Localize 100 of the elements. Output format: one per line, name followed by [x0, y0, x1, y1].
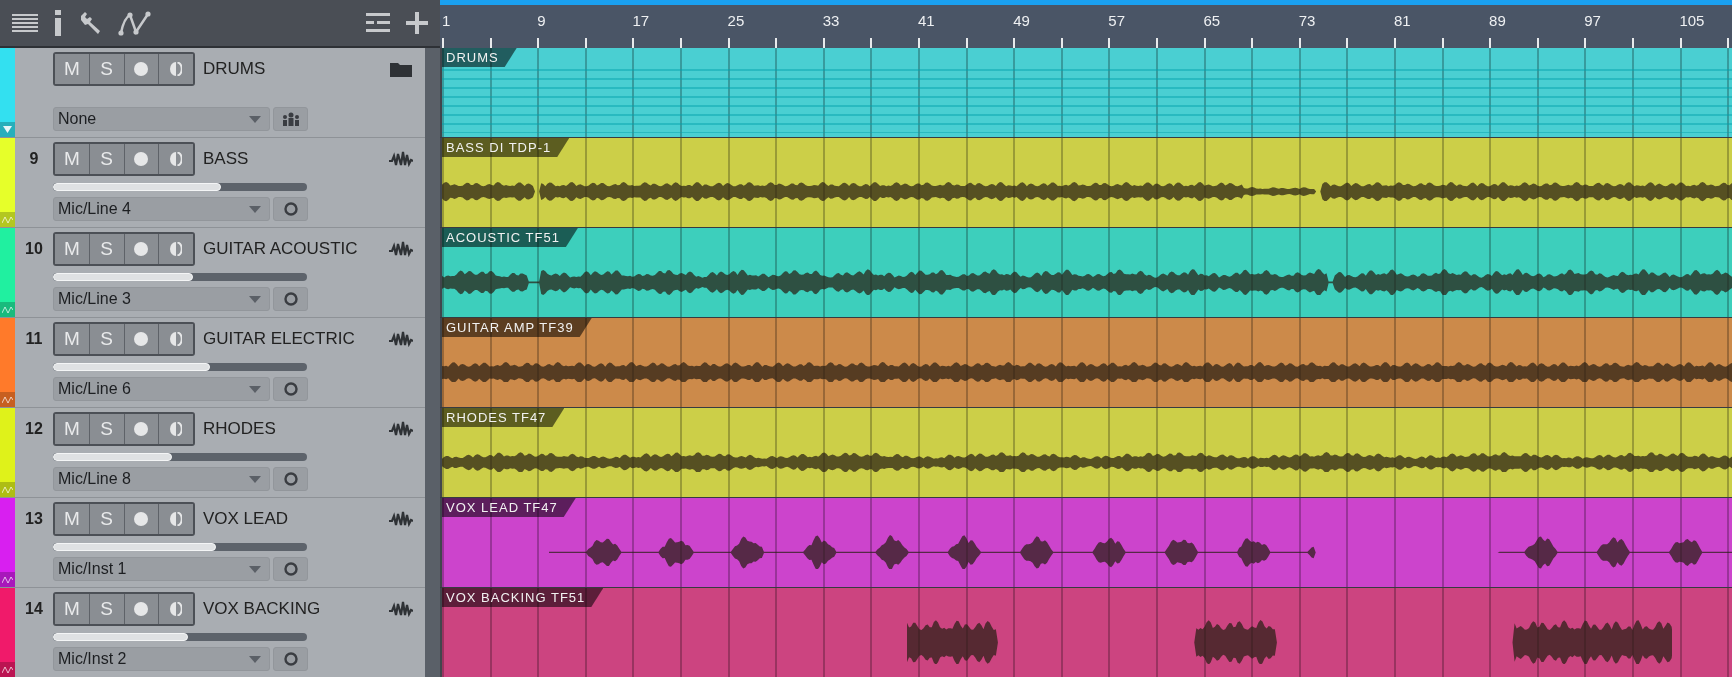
track-name: BASS [202, 149, 250, 169]
clip-label: DRUMS [442, 48, 517, 67]
wave-icon[interactable] [2, 395, 13, 404]
bar-number: 89 [1489, 11, 1507, 31]
folder-clip[interactable]: DRUMS [442, 48, 1732, 137]
track-name: GUITAR ELECTRIC [202, 329, 356, 349]
add-icon[interactable] [406, 12, 428, 34]
input-monitor-button[interactable] [273, 377, 308, 401]
group-button[interactable] [273, 107, 308, 131]
monitor-icon [170, 512, 183, 526]
input-dropdown[interactable]: Mic/Inst 2 [53, 647, 270, 671]
volume-fader[interactable] [53, 363, 307, 371]
bar-number: 25 [727, 11, 746, 31]
volume-fader[interactable] [53, 633, 307, 641]
caret-icon [249, 385, 261, 393]
bar-number: 57 [1108, 11, 1126, 31]
input-dropdown[interactable]: Mic/Inst 1 [53, 557, 270, 581]
circle-icon [283, 292, 298, 306]
track-number: 9 [28, 150, 40, 168]
volume-fader[interactable] [53, 453, 307, 461]
group-icon [280, 112, 301, 126]
track-number: 10 [24, 240, 44, 258]
bar-number: 41 [917, 11, 936, 31]
input-dropdown[interactable]: None [53, 107, 270, 131]
track-number: 12 [24, 420, 44, 438]
clip-label: BASS DI TDP-1 [442, 138, 570, 157]
monitor-icon [170, 332, 183, 346]
circle-icon [283, 472, 298, 486]
record-dot-icon [134, 242, 149, 256]
waveform-icon[interactable] [389, 331, 413, 347]
bar-number: 65 [1203, 11, 1222, 31]
volume-fader[interactable] [53, 543, 307, 551]
volume-fader[interactable] [53, 273, 307, 281]
record-dot-icon [134, 602, 149, 616]
circle-icon [283, 652, 298, 666]
monitor-icon [170, 152, 183, 166]
record-dot-icon [134, 332, 149, 346]
record-dot-icon [134, 512, 149, 526]
audio-clip[interactable]: GUITAR AMP TF39 [442, 318, 1732, 407]
bar-number: 81 [1393, 11, 1412, 31]
bar-number: 49 [1013, 11, 1031, 31]
input-dropdown[interactable]: Mic/Line 4 [53, 197, 270, 221]
bar-number: 105 [1679, 11, 1706, 31]
info-icon[interactable] [54, 10, 62, 36]
wrench-icon[interactable] [78, 11, 102, 35]
input-monitor-button[interactable] [273, 557, 308, 581]
caret-icon [249, 115, 261, 123]
input-dropdown[interactable]: Mic/Line 8 [53, 467, 270, 491]
menu-icon[interactable] [12, 14, 38, 32]
volume-fader[interactable] [53, 183, 307, 191]
clip-label: VOX BACKING TF51 [442, 588, 604, 607]
record-dot-icon [134, 62, 149, 76]
circle-icon [283, 562, 298, 576]
clip-label: GUITAR AMP TF39 [442, 318, 592, 337]
audio-clip[interactable]: ACOUSTIC TF51 [442, 228, 1732, 317]
monitor-icon [170, 422, 183, 436]
record-dot-icon [134, 152, 149, 166]
automation-icon[interactable] [118, 10, 152, 36]
circle-icon [283, 202, 298, 216]
wave-icon[interactable] [2, 575, 13, 584]
track-name: RHODES [202, 419, 277, 439]
audio-clip[interactable]: VOX LEAD TF47 [442, 498, 1732, 587]
input-monitor-button[interactable] [273, 197, 308, 221]
caret-icon [249, 655, 261, 663]
caret-icon [249, 295, 261, 303]
folder-icon [390, 61, 412, 77]
waveform-icon[interactable] [389, 601, 413, 617]
clip-label: VOX LEAD TF47 [442, 498, 576, 517]
track-number: 13 [24, 510, 44, 528]
waveform-icon[interactable] [389, 241, 413, 257]
clip-label: RHODES TF47 [442, 408, 565, 427]
input-dropdown[interactable]: Mic/Line 3 [53, 287, 270, 311]
bar-number: 9 [537, 11, 547, 31]
track-name: VOX LEAD [202, 509, 290, 529]
audio-clip[interactable]: BASS DI TDP-1 [442, 138, 1732, 227]
caret-icon [249, 205, 261, 213]
list-icon[interactable] [366, 13, 390, 33]
circle-icon [283, 382, 298, 396]
timeline-ruler[interactable]: 1 9 17 25 33 41 49 57 65 73 81 89 97 105 [440, 0, 1732, 48]
caret-icon [249, 475, 261, 483]
input-monitor-button[interactable] [273, 647, 308, 671]
waveform-icon[interactable] [389, 151, 413, 167]
record-dot-icon [134, 422, 149, 436]
input-monitor-button[interactable] [273, 287, 308, 311]
expand-triangle-icon[interactable] [3, 126, 12, 133]
bar-number: 1 [442, 11, 452, 31]
bar-number: 97 [1584, 11, 1602, 31]
bar-number: 17 [632, 11, 651, 31]
input-monitor-button[interactable] [273, 467, 308, 491]
waveform-icon[interactable] [389, 421, 413, 437]
bar-number: 33 [822, 11, 841, 31]
waveform-icon[interactable] [389, 511, 413, 527]
input-dropdown[interactable]: Mic/Line 6 [53, 377, 270, 401]
wave-icon[interactable] [2, 665, 13, 674]
track-number: 11 [24, 330, 44, 348]
track-number: 14 [24, 600, 44, 618]
track-name: DRUMS [202, 59, 267, 79]
audio-clip[interactable]: RHODES TF47 [442, 408, 1732, 497]
bar-number: 73 [1298, 11, 1317, 31]
audio-clip[interactable]: VOX BACKING TF51 [442, 588, 1732, 677]
